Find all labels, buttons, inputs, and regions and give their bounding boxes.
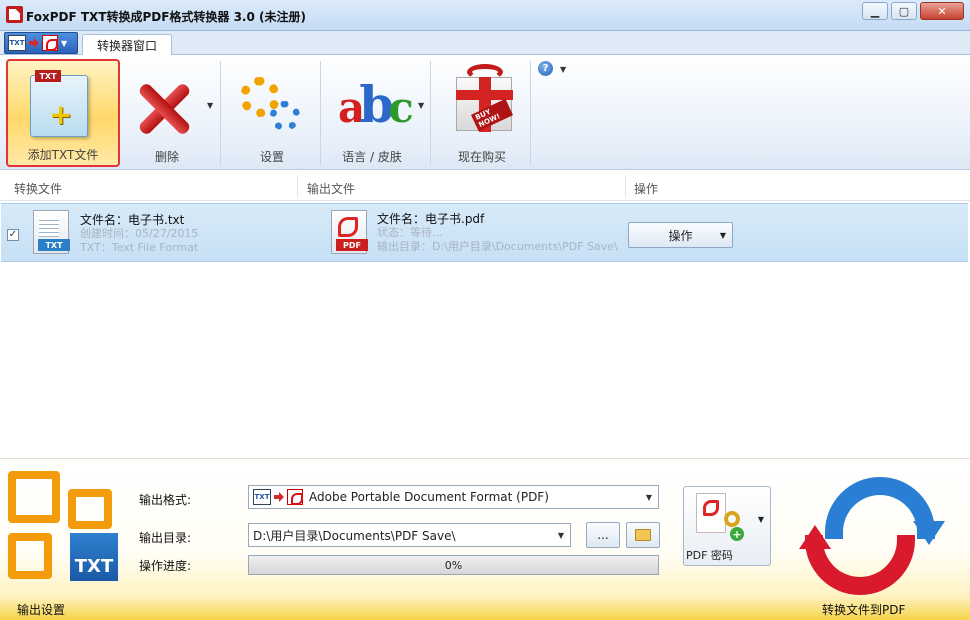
row-action-dropdown[interactable]: 操作 ▼	[628, 222, 733, 248]
txt-converter-logo: TXT	[8, 471, 118, 591]
source-file-info: 文件名：电子书.txt 创建时间：05/27/2015 TXT：Text Fil…	[80, 213, 198, 255]
ribbon-tab-row: TXT ▼ 转换器窗口	[0, 31, 970, 56]
maximize-button[interactable]: ▢	[891, 2, 917, 20]
key-icon	[724, 511, 740, 527]
chevron-down-icon: ▼	[645, 492, 652, 502]
progress-label: 操作进度:	[139, 559, 192, 573]
delete-x-icon	[134, 79, 194, 139]
language-dropdown-chevron-icon[interactable]: ▼	[418, 101, 424, 110]
language-skin-button[interactable]: abc 语言 / 皮肤	[324, 59, 420, 167]
pdf-document-icon	[696, 493, 726, 533]
output-format-value: Adobe Portable Document Format (PDF)	[309, 490, 549, 504]
source-file-created: 创建时间：05/27/2015	[80, 227, 199, 240]
window-title: FoxPDF TXT转换成PDF格式转换器 3.0 (未注册)	[26, 10, 306, 24]
output-file-dir: 输出目录：D:\用户目录\Documents\PDF Save\	[377, 240, 618, 253]
delete-label: 删除	[154, 150, 179, 164]
help-dropdown-chevron-icon[interactable]: ▼	[560, 65, 566, 74]
help-icon[interactable]: ?	[538, 61, 553, 76]
column-header-output[interactable]: 输出文件	[307, 180, 355, 197]
arrow-right-icon	[29, 38, 39, 48]
txt-document-icon: TXT	[33, 210, 70, 254]
add-icon: +	[730, 527, 744, 541]
minimize-button[interactable]: ▁	[862, 2, 888, 20]
notepad-add-icon: TXT +	[30, 70, 88, 137]
column-header-action[interactable]: 操作	[634, 180, 658, 197]
column-header-source[interactable]: 转换文件	[14, 180, 62, 197]
row-action-label: 操作	[668, 228, 693, 243]
pdf-password-label: PDF 密码	[686, 549, 733, 562]
pdf-password-button[interactable]: + ▼ PDF 密码	[683, 486, 771, 566]
output-file-name: 文件名：电子书.pdf	[377, 212, 485, 226]
output-dir-select[interactable]: D:\用户目录\Documents\PDF Save\ ▼	[248, 523, 571, 547]
tab-converter-window[interactable]: 转换器窗口	[82, 34, 173, 56]
abc-language-icon: abc	[338, 75, 414, 134]
ribbon-divider	[530, 61, 531, 165]
file-list-header: 转换文件 输出文件 操作	[0, 171, 970, 201]
close-button[interactable]: ✕	[920, 2, 964, 20]
buy-now-label: 现在购买	[457, 150, 506, 164]
output-format-label: 输出格式:	[139, 493, 192, 507]
gear-small-icon	[270, 101, 300, 131]
txt-file-icon: TXT	[8, 35, 26, 51]
ribbon-divider	[430, 61, 431, 165]
chevron-down-icon: ▼	[557, 530, 564, 540]
output-format-select[interactable]: TXT Adobe Portable Document Format (PDF)…	[248, 485, 659, 509]
ribbon-divider	[320, 61, 321, 165]
chevron-down-icon: ▼	[61, 38, 68, 48]
convert-to-pdf-label[interactable]: 转换文件到PDF	[822, 601, 905, 618]
folder-icon	[635, 529, 651, 541]
output-file-status: 状态：等待...	[377, 226, 443, 239]
pdf-document-icon: PDF	[331, 210, 368, 254]
txt-file-icon: TXT	[253, 489, 271, 505]
row-checkbox[interactable]: ✓	[7, 229, 19, 241]
txt-logo-badge: TXT	[70, 533, 118, 581]
settings-label: 设置	[259, 150, 284, 164]
pdf-file-icon	[287, 489, 303, 505]
delete-dropdown-chevron-icon[interactable]: ▼	[207, 101, 213, 110]
convert-to-pdf-button[interactable]	[799, 477, 945, 595]
browse-button[interactable]: ...	[586, 522, 620, 548]
output-dir-value: D:\用户目录\Documents\PDF Save\	[253, 528, 456, 543]
language-skin-label: 语言 / 皮肤	[342, 150, 402, 164]
output-settings-panel: TXT 输出设置 输出格式: TXT Adobe Portable Docume…	[0, 458, 970, 620]
pdf-file-icon	[42, 35, 58, 51]
foxpdf-app-icon[interactable]	[6, 6, 23, 23]
ribbon-divider	[220, 61, 221, 165]
output-dir-label: 输出目录:	[139, 531, 192, 545]
delete-button[interactable]: 删除	[124, 59, 210, 167]
source-file-format: TXT：Text File Format	[80, 241, 199, 254]
file-list-row[interactable]: ✓ TXT 文件名：电子书.txt 创建时间：05/27/2015 TXT：Te…	[1, 203, 968, 262]
add-txt-file-button[interactable]: TXT + 添加TXT文件	[6, 59, 120, 167]
source-file-name: 文件名：电子书.txt	[80, 213, 185, 227]
chevron-down-icon: ▼	[719, 230, 726, 240]
buy-now-button[interactable]: BUY NOW! 现在购买	[434, 59, 530, 167]
arrow-right-icon	[274, 492, 284, 502]
conversion-progress-bar: 0%	[248, 555, 659, 575]
progress-value: 0%	[444, 558, 463, 572]
add-txt-file-label: 添加TXT文件	[27, 148, 99, 162]
window-controls: ▁ ▢ ✕	[862, 2, 964, 20]
app-menu-button[interactable]: TXT ▼	[4, 32, 78, 54]
ribbon-toolbar: TXT + 添加TXT文件 删除 ▼ 设置 abc 语言 / 皮肤 ▼ BUY …	[0, 55, 970, 170]
gift-box-icon: BUY NOW!	[456, 64, 514, 132]
title-bar: FoxPDF TXT转换成PDF格式转换器 3.0 (未注册) ▁ ▢ ✕	[0, 0, 970, 31]
chevron-down-icon: ▼	[757, 515, 764, 524]
output-settings-label: 输出设置	[17, 603, 66, 617]
settings-button[interactable]: 设置	[224, 59, 320, 167]
open-folder-button[interactable]	[626, 522, 660, 548]
output-file-info: 文件名：电子书.pdf 状态：等待... 输出目录：D:\用户目录\Docume…	[377, 212, 618, 254]
